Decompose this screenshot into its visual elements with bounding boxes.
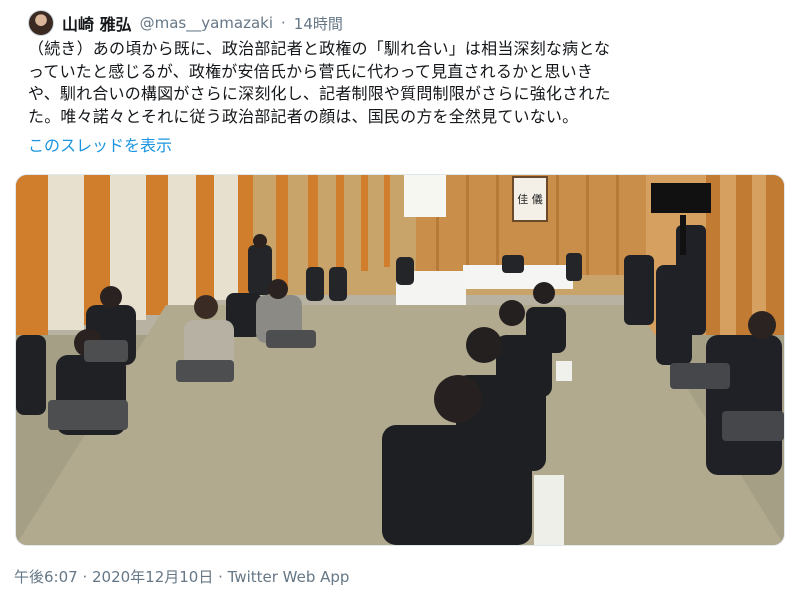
tweet-text: （続き）あの頃から既に、政治部記者と政権の「馴れ合い」は相当深刻な病とな ってい… bbox=[28, 38, 783, 128]
avatar[interactable] bbox=[28, 10, 54, 36]
tweet-text-line: や、馴れ合いの構図がさらに深刻化し、記者制限や質問制限がさらに強化された bbox=[28, 84, 611, 103]
tweet-photo[interactable]: 佳 儀 bbox=[15, 174, 785, 546]
author-handle[interactable]: @mas__yamazaki bbox=[140, 14, 273, 32]
show-thread-link[interactable]: このスレッドを表示 bbox=[28, 132, 172, 156]
separator-dot: · bbox=[281, 14, 286, 32]
tweet-text-line: っていたと感じるが、政権が安倍氏から菅氏に代わって見直されるかと思いき bbox=[28, 61, 594, 81]
tweet-header: 山崎 雅弘 @mas__yamazaki · 14時間 bbox=[28, 10, 343, 36]
tweet-text-line: た。唯々諾々とそれに従う政治部記者の顔は、国民の方を全然見ていない。 bbox=[28, 106, 579, 126]
tweet-footer[interactable]: 午後6:07 · 2020年12月10日 · Twitter Web App bbox=[14, 566, 349, 587]
author-name[interactable]: 山崎 雅弘 bbox=[62, 11, 132, 35]
tweet-text-line: （続き）あの頃から既に、政治部記者と政権の「馴れ合い」は相当深刻な病とな bbox=[28, 39, 611, 58]
photo-sign-text: 佳 儀 bbox=[517, 192, 543, 206]
press-conference-photo: 佳 儀 bbox=[16, 175, 784, 545]
timestamp-relative[interactable]: 14時間 bbox=[294, 13, 343, 34]
